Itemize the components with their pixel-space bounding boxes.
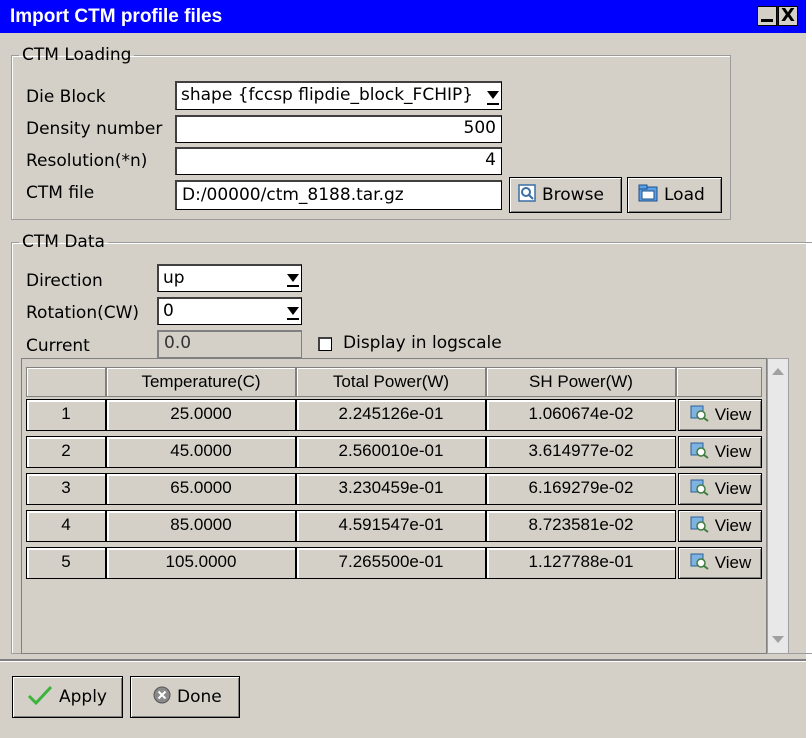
view-label: View bbox=[714, 553, 752, 572]
view-label: View bbox=[714, 405, 752, 424]
table-cell-total-power[interactable]: 2.245126e-01 bbox=[296, 399, 486, 431]
scroll-up-arrow-icon[interactable] bbox=[769, 363, 787, 381]
table-cell-temperature[interactable]: 45.0000 bbox=[106, 436, 296, 468]
table-row-index[interactable]: 2 bbox=[26, 436, 106, 468]
ctm-file-input[interactable]: D:/00000/ctm_8188.tar.gz bbox=[175, 180, 502, 210]
table-row-index[interactable]: 3 bbox=[26, 473, 106, 505]
resolution-label: Resolution(*n) bbox=[26, 151, 148, 171]
ctm-loading-legend: CTM Loading bbox=[22, 45, 132, 65]
table-scrollbar[interactable] bbox=[767, 358, 789, 654]
table-row-index[interactable]: 5 bbox=[26, 547, 106, 579]
view-label: View bbox=[714, 479, 752, 498]
minimize-button[interactable] bbox=[757, 6, 777, 26]
table-cell-temperature[interactable]: 65.0000 bbox=[106, 473, 296, 505]
scroll-down-arrow-icon[interactable] bbox=[769, 631, 787, 649]
close-button[interactable]: X bbox=[778, 6, 798, 26]
title-bar[interactable]: Import CTM profile files X bbox=[0, 0, 806, 33]
view-chart-icon bbox=[689, 478, 709, 501]
current-input: 0.0 bbox=[157, 330, 302, 358]
die-block-value: shape {fccsp flipdie_block_FCHIP} bbox=[181, 85, 474, 105]
table-header-total-power[interactable]: Total Power(W) bbox=[296, 367, 486, 397]
direction-value: up bbox=[163, 268, 185, 288]
current-label: Current bbox=[26, 336, 90, 356]
import-ctm-dialog: Import CTM profile files X CTM Loading D… bbox=[0, 0, 812, 738]
table-cell-sh-power[interactable]: 1.060674e-02 bbox=[486, 399, 676, 431]
table-cell-total-power[interactable]: 4.591547e-01 bbox=[296, 510, 486, 542]
done-label: Done bbox=[177, 687, 222, 707]
checkmark-icon bbox=[27, 685, 53, 710]
direction-select[interactable]: up bbox=[157, 264, 302, 292]
table-cell-total-power[interactable]: 7.265500e-01 bbox=[296, 547, 486, 579]
table-row-index[interactable]: 1 bbox=[26, 399, 106, 431]
view-button[interactable]: View bbox=[678, 547, 762, 579]
load-label: Load bbox=[664, 185, 705, 205]
browse-label: Browse bbox=[542, 185, 604, 205]
window-title: Import CTM profile files bbox=[10, 6, 223, 27]
apply-button[interactable]: Apply bbox=[12, 676, 123, 718]
table-row-index[interactable]: 4 bbox=[26, 510, 106, 542]
die-block-select[interactable]: shape {fccsp flipdie_block_FCHIP} bbox=[175, 81, 502, 110]
density-number-input[interactable]: 500 bbox=[175, 115, 502, 143]
resolution-input[interactable]: 4 bbox=[175, 147, 502, 175]
rotation-label: Rotation(CW) bbox=[26, 303, 140, 323]
table-cell-sh-power[interactable]: 8.723581e-02 bbox=[486, 510, 676, 542]
close-circle-icon bbox=[153, 686, 171, 709]
logscale-checkbox[interactable] bbox=[318, 337, 332, 351]
magnifier-icon bbox=[518, 183, 536, 207]
ctm-data-legend: CTM Data bbox=[22, 232, 105, 252]
table-cell-sh-power[interactable]: 3.614977e-02 bbox=[486, 436, 676, 468]
view-label: View bbox=[714, 442, 752, 461]
table-cell-sh-power[interactable]: 6.169279e-02 bbox=[486, 473, 676, 505]
browse-button[interactable]: Browse bbox=[509, 177, 622, 213]
chevron-down-icon[interactable] bbox=[486, 84, 500, 108]
folder-load-icon bbox=[638, 184, 658, 207]
table-header-sh-power[interactable]: SH Power(W) bbox=[486, 367, 676, 397]
table-cell-sh-power[interactable]: 1.127788e-01 bbox=[486, 547, 676, 579]
view-chart-icon bbox=[689, 515, 709, 538]
chevron-down-icon[interactable] bbox=[286, 267, 300, 290]
rotation-value: 0 bbox=[163, 301, 174, 321]
table-cell-total-power[interactable]: 2.560010e-01 bbox=[296, 436, 486, 468]
footer-divider bbox=[0, 659, 806, 662]
table-cell-total-power[interactable]: 3.230459e-01 bbox=[296, 473, 486, 505]
rotation-select[interactable]: 0 bbox=[157, 297, 302, 325]
ctm-file-label: CTM file bbox=[26, 183, 95, 203]
view-chart-icon bbox=[689, 552, 709, 575]
ctm-data-table: Temperature(C) Total Power(W) SH Power(W… bbox=[21, 358, 767, 654]
view-button[interactable]: View bbox=[678, 399, 762, 431]
done-button[interactable]: Done bbox=[130, 676, 240, 718]
direction-label: Direction bbox=[26, 271, 103, 291]
table-cell-temperature[interactable]: 85.0000 bbox=[106, 510, 296, 542]
logscale-label[interactable]: Display in logscale bbox=[343, 333, 502, 353]
table-header-temperature[interactable]: Temperature(C) bbox=[106, 367, 296, 397]
view-button[interactable]: View bbox=[678, 473, 762, 505]
apply-label: Apply bbox=[59, 687, 107, 707]
table-cell-temperature[interactable]: 25.0000 bbox=[106, 399, 296, 431]
view-chart-icon bbox=[689, 441, 709, 464]
table-cell-temperature[interactable]: 105.0000 bbox=[106, 547, 296, 579]
table-header-action bbox=[676, 367, 762, 397]
view-chart-icon bbox=[689, 404, 709, 427]
die-block-label: Die Block bbox=[26, 87, 106, 107]
table-header-index bbox=[26, 367, 106, 397]
load-button[interactable]: Load bbox=[627, 177, 722, 213]
view-label: View bbox=[714, 516, 752, 535]
density-number-label: Density number bbox=[26, 119, 163, 139]
view-button[interactable]: View bbox=[678, 510, 762, 542]
chevron-down-icon[interactable] bbox=[286, 300, 300, 323]
view-button[interactable]: View bbox=[678, 436, 762, 468]
